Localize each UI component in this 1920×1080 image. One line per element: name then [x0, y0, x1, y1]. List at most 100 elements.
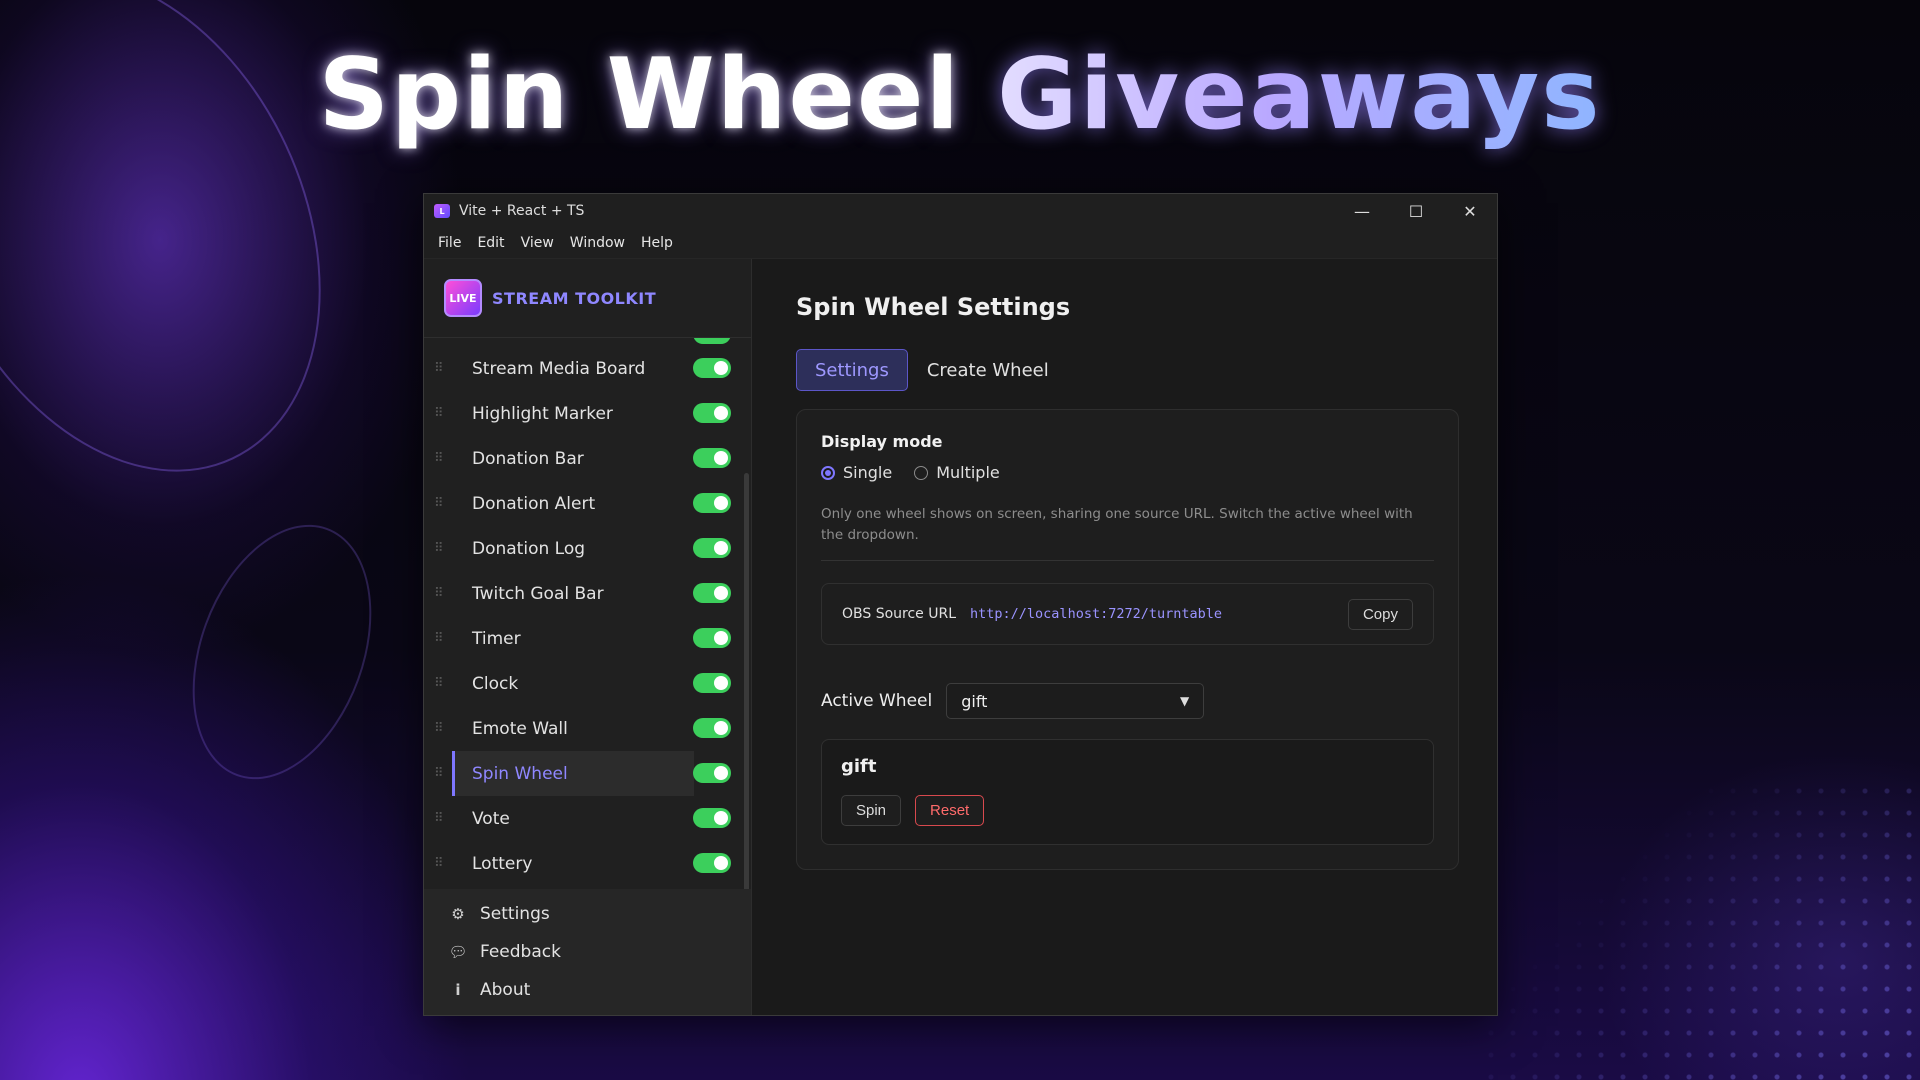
module-toggle[interactable]	[693, 763, 731, 783]
live-logo-icon: LIVE	[444, 279, 482, 317]
copy-button[interactable]: Copy	[1347, 598, 1413, 630]
sidebar-item-donation-log: ⠿ Donation Log	[424, 526, 743, 571]
drag-handle-icon[interactable]: ⠿	[434, 677, 444, 690]
module-label: Stream Media Board	[472, 358, 646, 379]
sidebar-item-spin-wheel: ⠿ Spin Wheel	[424, 751, 743, 796]
sidebar-item-clock: ⠿ Clock	[424, 661, 743, 706]
menu-bar: File Edit View Window Help	[424, 228, 1497, 259]
module-toggle[interactable]	[693, 718, 731, 738]
module-link[interactable]: Twitch Goal Bar	[452, 571, 694, 616]
module-link[interactable]: Donation Log	[452, 526, 694, 571]
module-toggle[interactable]	[693, 628, 731, 648]
sidebar-scrollbar[interactable]	[744, 473, 749, 889]
menu-view[interactable]: View	[513, 235, 562, 251]
module-link[interactable]: Timer	[452, 616, 694, 661]
module-label: Spin Wheel	[472, 763, 568, 784]
sidebar-item-label: Feedback	[480, 942, 561, 962]
sidebar-item-donation-alert: ⠿ Donation Alert	[424, 481, 743, 526]
minimize-button[interactable]: —	[1335, 194, 1389, 228]
module-toggle[interactable]	[693, 808, 731, 828]
hero-title-part2: Giveaways	[997, 38, 1602, 152]
module-toggle[interactable]	[693, 403, 731, 423]
drag-handle-icon[interactable]: ⠿	[434, 587, 444, 600]
module-label: Donation Alert	[472, 493, 596, 514]
sidebar-item-twitch-goal-bar: ⠿ Twitch Goal Bar	[424, 571, 743, 616]
spin-button[interactable]: Spin	[841, 795, 902, 826]
app-window: L Vite + React + TS — ☐ ✕ File Edit View…	[423, 193, 1498, 1016]
app-icon: L	[434, 204, 450, 218]
drag-handle-icon[interactable]: ⠿	[434, 362, 444, 375]
module-toggle[interactable]	[693, 673, 731, 693]
drag-handle-icon[interactable]: ⠿	[434, 452, 444, 465]
module-toggle[interactable]	[693, 583, 731, 603]
module-link[interactable]: Stream Media Board	[452, 346, 694, 391]
module-link[interactable]: Donation Alert	[452, 481, 694, 526]
drag-handle-icon[interactable]: ⠿	[434, 497, 444, 510]
hero-title: Spin Wheel Giveaways	[0, 38, 1920, 152]
menu-window[interactable]: Window	[562, 235, 633, 251]
module-link[interactable]: Emote Wall	[452, 706, 694, 751]
module-link[interactable]: Clock	[452, 661, 694, 706]
maximize-button[interactable]: ☐	[1389, 194, 1443, 228]
obs-source-url[interactable]: http://localhost:7272/turntable	[970, 606, 1222, 622]
sidebar-item-settings[interactable]: ⚙ Settings	[424, 895, 751, 933]
drag-handle-icon[interactable]: ⠿	[434, 767, 444, 780]
drag-handle-icon[interactable]: ⠿	[434, 542, 444, 555]
brand[interactable]: LIVE STREAM TOOLKIT	[424, 259, 751, 338]
main-content: Spin Wheel Settings Settings Create Whee…	[752, 259, 1497, 1015]
module-label: Lottery	[472, 853, 533, 874]
module-link[interactable]: Spin Wheel	[452, 751, 694, 796]
drag-handle-icon[interactable]: ⠿	[434, 812, 444, 825]
menu-edit[interactable]: Edit	[469, 235, 512, 251]
module-label: Highlight Marker	[472, 403, 613, 424]
select-value: gift	[961, 691, 988, 711]
obs-source-label: OBS Source URL	[842, 606, 957, 622]
display-mode-help: Only one wheel shows on screen, sharing …	[821, 504, 1434, 561]
module-link[interactable]: Vote	[452, 796, 694, 841]
radio-unselected-icon	[914, 465, 929, 480]
module-label: Clock	[472, 673, 519, 694]
drag-handle-icon[interactable]: ⠿	[434, 722, 444, 735]
active-wheel-select[interactable]: gift ▼	[946, 683, 1205, 719]
tab-create-wheel[interactable]: Create Wheel	[908, 349, 1068, 391]
module-label: Donation Log	[472, 538, 586, 559]
menu-file[interactable]: File	[430, 235, 469, 251]
module-list: ⠿ Stream Media Board ⠿ Highlight Marker …	[424, 338, 751, 889]
wheel-name: gift	[841, 756, 877, 777]
menu-help[interactable]: Help	[633, 235, 681, 251]
radio-single[interactable]: Single	[821, 463, 892, 482]
module-label: Vote	[472, 808, 510, 829]
drag-handle-icon[interactable]: ⠿	[434, 857, 444, 870]
sidebar-item-timer: ⠿ Timer	[424, 616, 743, 661]
sidebar-item-label: About	[480, 980, 531, 1000]
module-label: Timer	[472, 628, 521, 649]
sidebar-item-feedback[interactable]: 💬︎ Feedback	[424, 933, 751, 971]
page-title: Spin Wheel Settings	[796, 293, 1071, 321]
radio-label: Single	[843, 463, 893, 482]
radio-label: Multiple	[936, 463, 1000, 482]
module-toggle[interactable]	[693, 448, 731, 468]
drag-handle-icon[interactable]: ⠿	[434, 407, 444, 420]
module-toggle[interactable]	[693, 493, 731, 513]
title-bar[interactable]: L Vite + React + TS — ☐ ✕	[424, 194, 1497, 228]
module-link[interactable]: Donation Bar	[452, 436, 694, 481]
module-link[interactable]: Lottery	[452, 841, 694, 886]
sidebar-item-lottery: ⠿ Lottery	[424, 841, 743, 886]
radio-multiple[interactable]: Multiple	[914, 463, 1000, 482]
module-toggle[interactable]	[693, 358, 731, 378]
sidebar-item-emote-wall: ⠿ Emote Wall	[424, 706, 743, 751]
settings-card: Display mode Single Multiple Only one wh…	[796, 409, 1459, 870]
module-toggle[interactable]	[693, 853, 731, 873]
window-body: LIVE STREAM TOOLKIT ⠿ Stream Media Board…	[424, 259, 1497, 1015]
module-link[interactable]: Highlight Marker	[452, 391, 694, 436]
drag-handle-icon[interactable]: ⠿	[434, 632, 444, 645]
module-toggle[interactable]	[693, 538, 731, 558]
reset-button[interactable]: Reset	[915, 795, 985, 826]
module-label: Donation Bar	[472, 448, 584, 469]
close-button[interactable]: ✕	[1443, 194, 1497, 228]
sidebar-item-vote: ⠿ Vote	[424, 796, 743, 841]
sidebar-item-about[interactable]: i About	[424, 971, 751, 1009]
tab-settings[interactable]: Settings	[796, 349, 908, 391]
display-mode-label: Display mode	[821, 432, 943, 451]
wheel-actions: Spin Reset	[841, 795, 1414, 826]
